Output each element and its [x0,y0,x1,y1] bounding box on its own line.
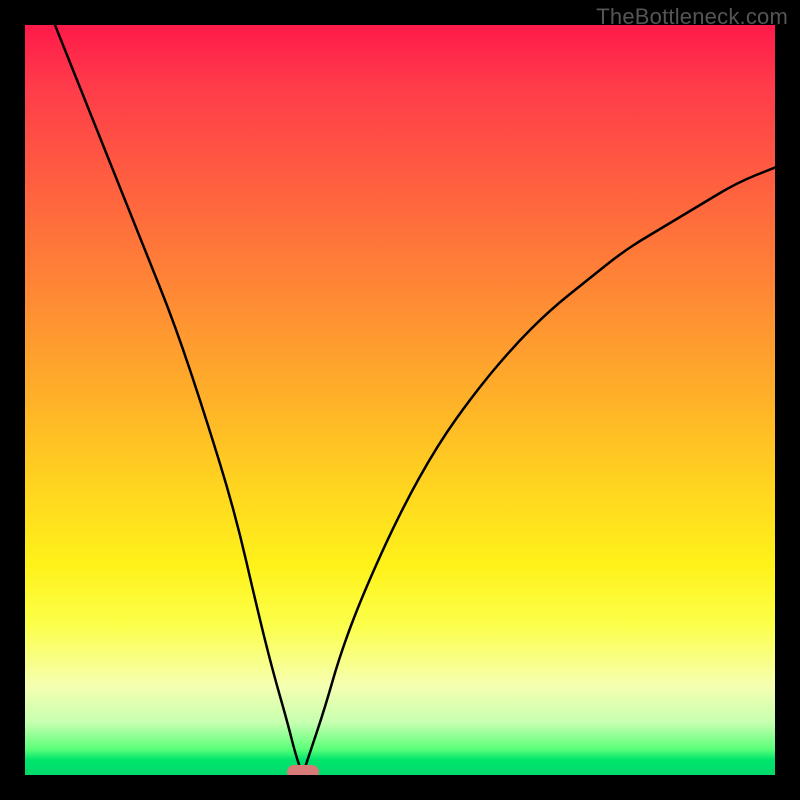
watermark-text: TheBottleneck.com [596,4,788,30]
bottleneck-curve [25,25,775,775]
minimum-marker [287,765,319,775]
plot-area [25,25,775,775]
chart-frame: TheBottleneck.com [0,0,800,800]
